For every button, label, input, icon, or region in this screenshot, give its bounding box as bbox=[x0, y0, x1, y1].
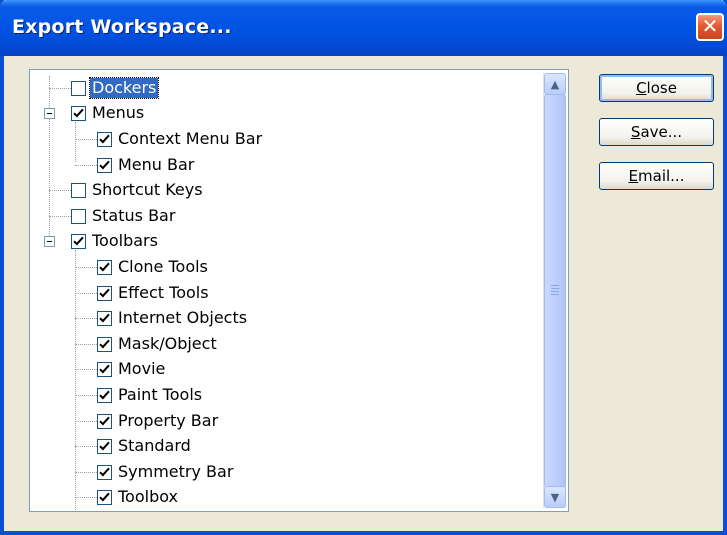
tree-item-label: Status Bar bbox=[92, 206, 176, 225]
dialog-title: Export Workspace... bbox=[12, 16, 232, 38]
tree-item-label: Internet Objects bbox=[118, 308, 248, 327]
tree-item-label: Paint Tools bbox=[118, 385, 203, 404]
tree-item-label: Toolbox bbox=[118, 487, 178, 506]
checkbox[interactable] bbox=[97, 336, 112, 352]
checkbox[interactable] bbox=[71, 208, 86, 224]
checkbox[interactable] bbox=[97, 438, 112, 454]
email-button[interactable]: Email... bbox=[599, 162, 714, 190]
thumb-grip bbox=[551, 294, 559, 295]
tree-item-context-menu-bar[interactable]: Context Menu Bar bbox=[97, 127, 264, 151]
tree-item-paint-tools[interactable]: Paint Tools bbox=[97, 383, 204, 407]
tree-hline bbox=[75, 139, 97, 140]
tree-item-label: Symmetry Bar bbox=[118, 462, 234, 481]
email-button-label: Email... bbox=[628, 167, 685, 185]
workspace-items-tree[interactable]: Dockers Menus Context Menu Bar Menu Bar … bbox=[29, 69, 569, 512]
tree-item-effect-tools[interactable]: Effect Tools bbox=[97, 281, 211, 305]
tree-hline bbox=[75, 165, 97, 166]
tree-hline bbox=[75, 318, 97, 319]
tree-hline bbox=[75, 369, 97, 370]
checkbox[interactable] bbox=[97, 157, 112, 173]
scroll-down-icon[interactable]: ▼ bbox=[544, 486, 566, 508]
tree-item-internet-objects[interactable]: Internet Objects bbox=[97, 306, 249, 330]
tree-item-dockers[interactable]: Dockers bbox=[71, 76, 160, 100]
tree-item-movie[interactable]: Movie bbox=[97, 357, 167, 381]
tree-item-label: Menus bbox=[92, 103, 145, 122]
save-button[interactable]: Save... bbox=[599, 118, 714, 146]
checkbox[interactable] bbox=[97, 285, 112, 301]
thumb-grip bbox=[551, 285, 559, 286]
tree-item-standard[interactable]: Standard bbox=[97, 434, 193, 458]
tree-item-symmetry-bar[interactable]: Symmetry Bar bbox=[97, 460, 235, 484]
tree-item-label: Toolbars bbox=[92, 231, 158, 250]
tree-item-property-bar[interactable]: Property Bar bbox=[97, 409, 220, 433]
checkbox[interactable] bbox=[97, 413, 112, 429]
tree-hline bbox=[49, 216, 71, 217]
tree-item-label: Movie bbox=[118, 359, 166, 378]
tree-hline bbox=[75, 446, 97, 447]
tree-hline bbox=[75, 497, 97, 498]
tree-hline bbox=[49, 190, 71, 191]
checkbox[interactable] bbox=[71, 233, 86, 249]
checkbox[interactable] bbox=[97, 387, 112, 403]
tree-item-label: Property Bar bbox=[118, 411, 219, 430]
tree-item-label: Clone Tools bbox=[118, 257, 208, 276]
tree-item-toolbox[interactable]: Toolbox bbox=[97, 485, 180, 509]
tree-hline bbox=[49, 88, 71, 89]
tree-hline bbox=[75, 293, 97, 294]
tree-item-menu-bar[interactable]: Menu Bar bbox=[97, 153, 196, 177]
tree-hline bbox=[75, 267, 97, 268]
thumb-grip bbox=[551, 288, 559, 289]
tree-item-label: Standard bbox=[118, 436, 191, 455]
expand-collapse-icon-menus[interactable] bbox=[44, 108, 55, 119]
checkbox[interactable] bbox=[97, 259, 112, 275]
tree-item-toolbars[interactable]: Toolbars bbox=[71, 229, 160, 253]
tree-connector-menus bbox=[75, 122, 76, 162]
tree-hline bbox=[75, 395, 97, 396]
tree-item-shortcut-keys[interactable]: Shortcut Keys bbox=[71, 178, 205, 202]
save-button-label: Save... bbox=[630, 123, 683, 141]
checkbox[interactable] bbox=[97, 361, 112, 377]
checkbox[interactable] bbox=[97, 489, 112, 505]
checkbox[interactable] bbox=[71, 80, 86, 96]
close-button-label: Close bbox=[636, 79, 677, 97]
tree-item-label: Mask/Object bbox=[118, 334, 217, 353]
tree-connector-root bbox=[49, 76, 50, 236]
checkbox[interactable] bbox=[71, 182, 86, 198]
tree-item-clone-tools[interactable]: Clone Tools bbox=[97, 255, 210, 279]
tree-item-menus[interactable]: Menus bbox=[71, 101, 146, 125]
checkbox[interactable] bbox=[97, 131, 112, 147]
tree-hline bbox=[75, 344, 97, 345]
tree-item-label: Dockers bbox=[88, 77, 160, 99]
title-bar[interactable]: Export Workspace... ✕ bbox=[0, 0, 727, 56]
tree-item-label: Menu Bar bbox=[118, 155, 195, 174]
scroll-up-icon[interactable]: ▲ bbox=[544, 73, 566, 95]
tree-item-label: Effect Tools bbox=[118, 283, 209, 302]
tree-vertical-scrollbar[interactable]: ▲ ▼ bbox=[543, 73, 566, 508]
scroll-thumb[interactable] bbox=[544, 94, 566, 488]
tree-hline bbox=[75, 472, 97, 473]
checkbox[interactable] bbox=[71, 105, 86, 121]
tree-item-label: Shortcut Keys bbox=[92, 180, 203, 199]
tree-hline bbox=[75, 421, 97, 422]
checkbox[interactable] bbox=[97, 464, 112, 480]
tree-item-label: Context Menu Bar bbox=[118, 129, 263, 148]
tree-item-mask-object[interactable]: Mask/Object bbox=[97, 332, 219, 356]
window-close-icon[interactable]: ✕ bbox=[696, 13, 724, 41]
thumb-grip bbox=[551, 291, 559, 292]
expand-collapse-icon-toolbars[interactable] bbox=[44, 236, 55, 247]
tree-item-status-bar[interactable]: Status Bar bbox=[71, 204, 177, 228]
export-workspace-dialog: Export Workspace... ✕ Dockers Menus Cont… bbox=[0, 0, 727, 535]
close-button[interactable]: Close bbox=[599, 74, 714, 102]
checkbox[interactable] bbox=[97, 310, 112, 326]
